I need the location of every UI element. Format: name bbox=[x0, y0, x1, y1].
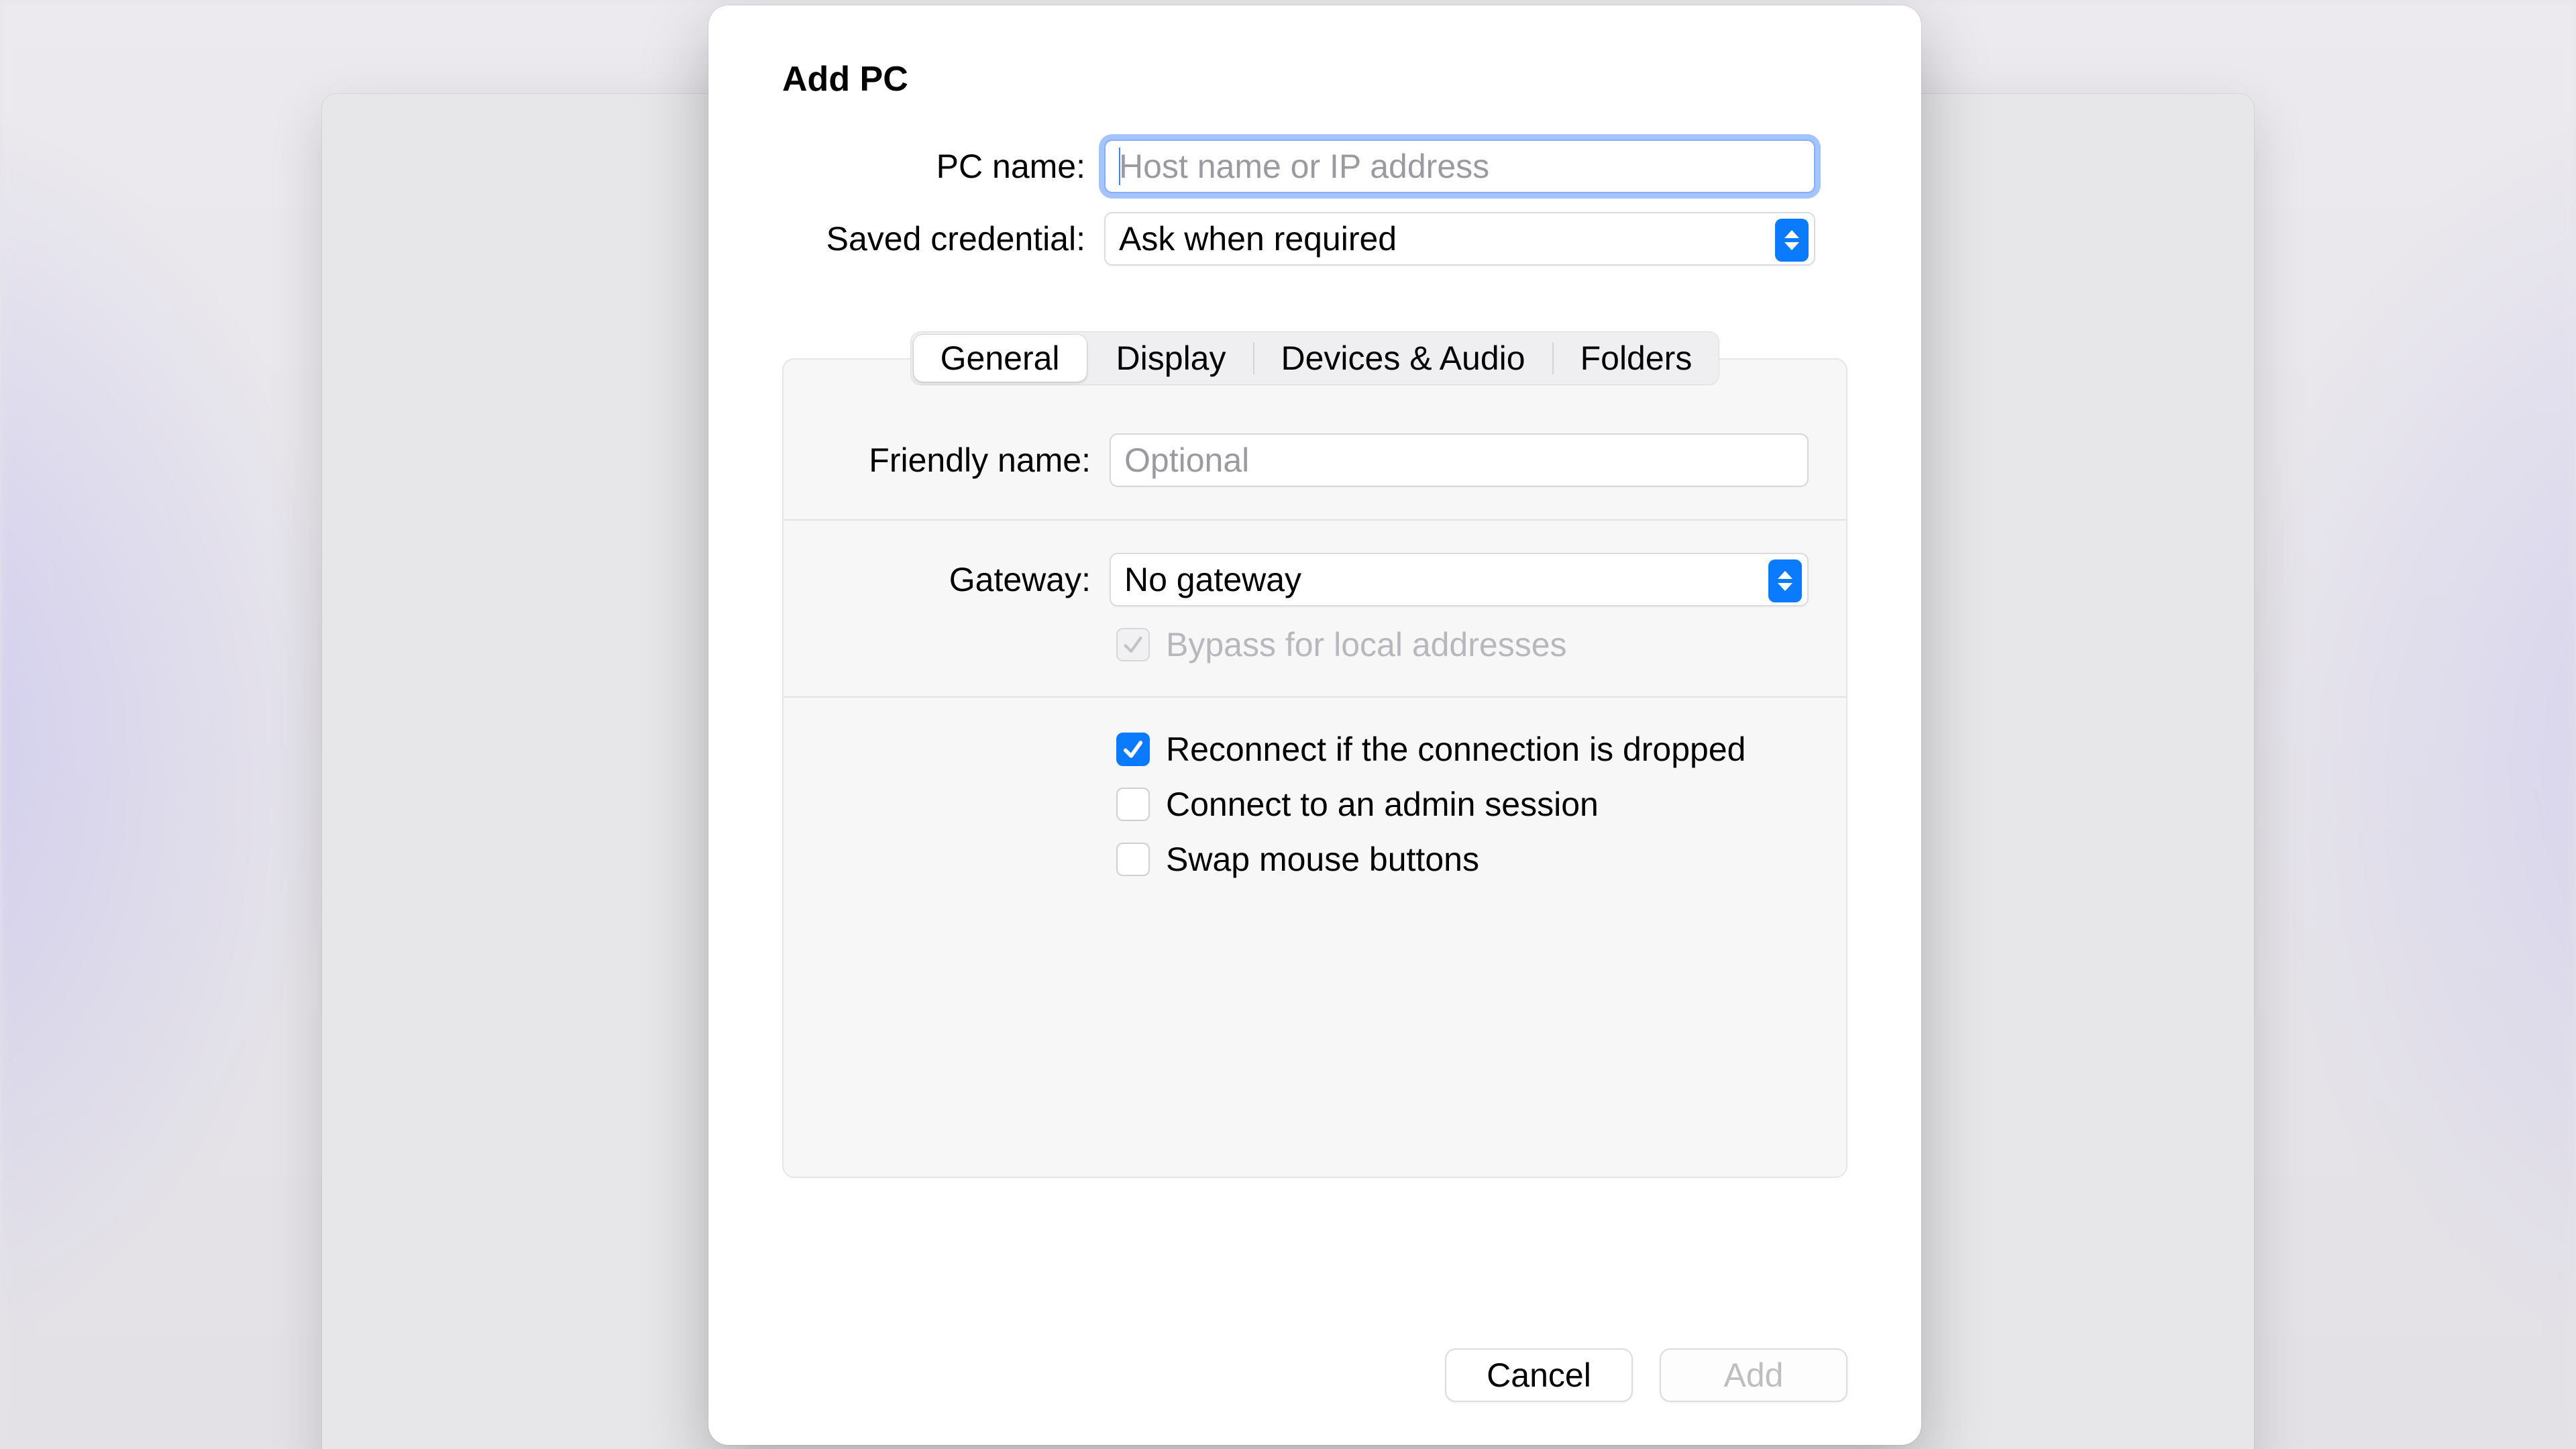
gateway-row: Gateway: No gateway bbox=[821, 553, 1809, 606]
pc-name-row: PC name: bbox=[782, 140, 1847, 193]
admin-checkbox[interactable] bbox=[1116, 788, 1150, 821]
saved-credential-row: Saved credential: Ask when required bbox=[782, 212, 1847, 266]
saved-credential-label: Saved credential: bbox=[782, 219, 1104, 258]
swap-checkbox-row: Swap mouse buttons bbox=[1116, 840, 1809, 879]
saved-credential-select[interactable]: Ask when required bbox=[1104, 212, 1815, 266]
divider bbox=[784, 519, 1846, 521]
updown-icon bbox=[1775, 219, 1809, 262]
tab-general[interactable]: General bbox=[914, 335, 1087, 382]
divider bbox=[784, 696, 1846, 698]
check-icon bbox=[1122, 738, 1144, 761]
text-cursor-icon bbox=[1119, 148, 1120, 185]
check-icon bbox=[1122, 633, 1144, 656]
tab-folders[interactable]: Folders bbox=[1554, 332, 1719, 384]
pc-name-label: PC name: bbox=[782, 147, 1104, 186]
tab-bar: General Display Devices & Audio Folders bbox=[910, 331, 1720, 385]
general-panel: Friendly name: Gateway: No gateway Bypas… bbox=[782, 358, 1847, 1178]
cancel-button[interactable]: Cancel bbox=[1445, 1348, 1633, 1402]
friendly-name-row: Friendly name: bbox=[821, 433, 1809, 487]
add-pc-dialog: Add PC PC name: Saved credential: Ask wh… bbox=[708, 5, 1921, 1445]
bypass-label: Bypass for local addresses bbox=[1166, 625, 1567, 664]
reconnect-label: Reconnect if the connection is dropped bbox=[1166, 730, 1746, 769]
pc-name-input[interactable] bbox=[1104, 140, 1815, 193]
tab-devices-audio[interactable]: Devices & Audio bbox=[1254, 332, 1552, 384]
friendly-name-input[interactable] bbox=[1110, 433, 1809, 487]
saved-credential-value: Ask when required bbox=[1119, 219, 1397, 258]
bypass-checkbox bbox=[1116, 628, 1150, 661]
admin-label: Connect to an admin session bbox=[1166, 785, 1599, 824]
updown-icon bbox=[1768, 559, 1802, 602]
dialog-title: Add PC bbox=[782, 59, 1847, 99]
reconnect-checkbox[interactable] bbox=[1116, 733, 1150, 766]
friendly-name-label: Friendly name: bbox=[821, 441, 1110, 480]
gateway-select[interactable]: No gateway bbox=[1110, 553, 1809, 606]
gateway-label: Gateway: bbox=[821, 560, 1110, 599]
add-button[interactable]: Add bbox=[1660, 1348, 1847, 1402]
dialog-footer: Cancel Add bbox=[1445, 1348, 1847, 1402]
swap-label: Swap mouse buttons bbox=[1166, 840, 1479, 879]
tab-display[interactable]: Display bbox=[1089, 332, 1253, 384]
reconnect-checkbox-row: Reconnect if the connection is dropped bbox=[1116, 730, 1809, 769]
bypass-checkbox-row: Bypass for local addresses bbox=[1116, 625, 1809, 664]
swap-checkbox[interactable] bbox=[1116, 843, 1150, 876]
gateway-value: No gateway bbox=[1124, 560, 1301, 599]
admin-checkbox-row: Connect to an admin session bbox=[1116, 785, 1809, 824]
